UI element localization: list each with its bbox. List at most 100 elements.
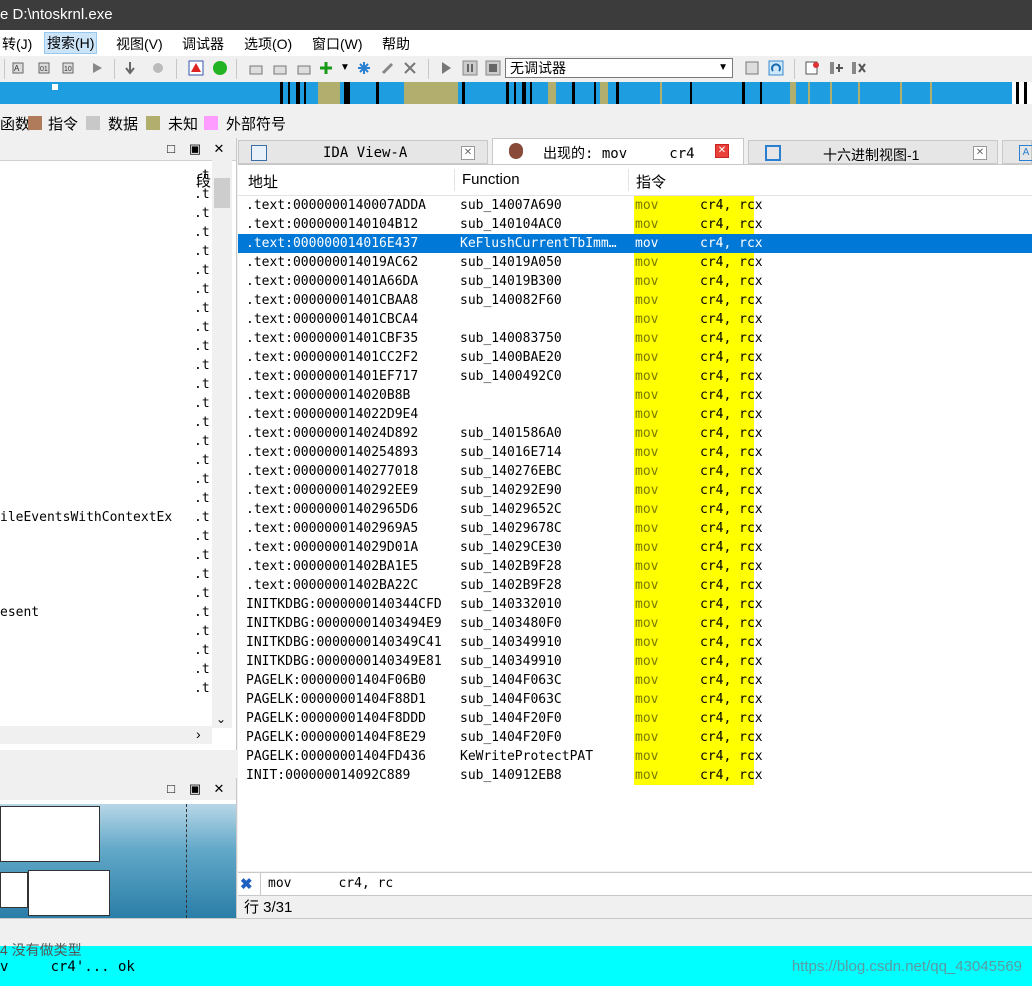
occurrence-row[interactable]: .text:0000000140254893 sub_14016E714 mov cr… bbox=[238, 443, 1032, 462]
add-function-icon[interactable] bbox=[248, 60, 264, 76]
attach-process-icon[interactable] bbox=[744, 60, 760, 76]
occurrence-row[interactable]: .text:00000001401CC2F2 sub_1400BAE20 mov cr… bbox=[238, 348, 1032, 367]
occurrence-row[interactable]: .text:0000000140104B12 sub_140104AC0 mov cr… bbox=[238, 215, 1032, 234]
row-instruction: mov cr4, rcx bbox=[634, 196, 763, 215]
column-divider[interactable] bbox=[454, 169, 455, 191]
instruction-operands: cr4, rcx bbox=[700, 312, 763, 327]
occurrence-row[interactable]: INITKDBG:00000001403494E9 sub_1403480F0 mo… bbox=[238, 614, 1032, 633]
pause-icon[interactable] bbox=[462, 60, 478, 76]
occurrence-row[interactable]: .text:00000001402BA22C sub_1402B9F28 mov cr… bbox=[238, 576, 1032, 595]
occurrence-row[interactable]: INITKDBG:0000000140349C41 sub_140349910 mo… bbox=[238, 633, 1032, 652]
occurrence-row[interactable]: .text:00000001401A66DA sub_14019B300 mov cr… bbox=[238, 272, 1032, 291]
refresh-icon[interactable] bbox=[768, 60, 784, 76]
float-icon[interactable]: ▣ bbox=[188, 141, 202, 157]
menu-help[interactable]: 帮助 bbox=[380, 34, 412, 54]
menu-options[interactable]: 选项(O) bbox=[242, 34, 294, 54]
close-icon[interactable]: ✕ bbox=[973, 146, 987, 160]
occurrence-row[interactable]: PAGELK:00000001404F8DDD sub_1404F20F0 mov c… bbox=[238, 709, 1032, 728]
occurrence-row[interactable]: .text:0000000140277018 sub_140276EBC mov cr… bbox=[238, 462, 1032, 481]
occurrence-row[interactable]: .text:00000001402969A5 sub_14029678C mov cr… bbox=[238, 519, 1032, 538]
occurrence-row[interactable]: .text:000000014029D01A sub_14029CE30 mov cr… bbox=[238, 538, 1032, 557]
close-icon[interactable] bbox=[402, 60, 418, 76]
navigation-band[interactable] bbox=[0, 82, 1032, 104]
occurrence-row[interactable]: .text:000000014024D892 sub_1401586A0 mov cr… bbox=[238, 424, 1032, 443]
close-icon[interactable]: ✕ bbox=[212, 141, 226, 157]
text-search-icon[interactable]: A bbox=[12, 60, 28, 76]
add-breakpoint-icon[interactable] bbox=[828, 60, 844, 76]
close-icon[interactable]: ✕ bbox=[461, 146, 475, 160]
graph-overview-canvas[interactable] bbox=[0, 804, 236, 918]
patch-icon[interactable] bbox=[150, 60, 166, 76]
occurrence-row[interactable]: .text:00000001402965D6 sub_14029652C mov cr… bbox=[238, 500, 1032, 519]
search-next-icon[interactable] bbox=[90, 60, 106, 76]
stop-icon[interactable] bbox=[485, 60, 501, 76]
occurrence-row[interactable]: PAGELK:00000001404F06B0 sub_1404F063C mov c… bbox=[238, 671, 1032, 690]
occurrence-row[interactable]: .text:00000001401CBAA8 sub_140082F60 mov cr… bbox=[238, 291, 1032, 310]
breakpoint-list-icon[interactable] bbox=[804, 60, 820, 76]
instruction-mnemonic: mov bbox=[635, 616, 659, 631]
occurrence-row[interactable]: PAGELK:00000001404F88D1 sub_1404F063C mov c… bbox=[238, 690, 1032, 709]
vertical-scrollbar[interactable]: ⌄ bbox=[212, 160, 232, 728]
alert-icon[interactable] bbox=[188, 60, 204, 76]
play-icon[interactable] bbox=[438, 60, 454, 76]
add-enum-icon[interactable] bbox=[296, 60, 312, 76]
tab-hex-view-1[interactable]: 十六进制视图-1 ✕ bbox=[748, 140, 998, 164]
restore-icon[interactable]: □ bbox=[164, 141, 178, 156]
menu-jump[interactable]: 转(J) bbox=[0, 34, 34, 54]
occurrence-row[interactable]: .text:0000000140007ADDA sub_14007A690 mov c… bbox=[238, 196, 1032, 215]
tab-overflow[interactable]: A bbox=[1002, 140, 1032, 164]
column-instruction[interactable]: 指令 bbox=[636, 171, 666, 192]
tab-occurrences[interactable]: 出现的: mov cr4 ✕ bbox=[492, 138, 744, 164]
occurrence-row[interactable]: PAGELK:00000001404F8E29 sub_1404F20F0 mov c… bbox=[238, 728, 1032, 747]
close-icon[interactable]: ✕ bbox=[212, 781, 226, 797]
occurrence-row[interactable]: .text:000000014020B8B mov cr4, rcx bbox=[238, 386, 1032, 405]
chevron-down-icon[interactable]: ⌄ bbox=[216, 712, 226, 726]
immediate-search-icon[interactable]: 10 bbox=[62, 60, 78, 76]
clear-search-icon[interactable]: ✖ bbox=[240, 875, 253, 893]
delete-breakpoint-icon[interactable] bbox=[850, 60, 866, 76]
occurrence-row[interactable]: INITKDBG:0000000140344CFD sub_140332010 mo… bbox=[238, 595, 1032, 614]
occurrence-row[interactable]: .text:00000001401EF717 sub_1400492C0 mov cr… bbox=[238, 367, 1032, 386]
menu-debugger[interactable]: 调试器 bbox=[180, 34, 226, 54]
occurrence-row[interactable]: PAGELK:00000001404FD436 KeWriteProtectPAT… bbox=[238, 747, 1032, 766]
restore-icon[interactable]: □ bbox=[164, 781, 178, 796]
chevron-down-icon[interactable]: ▼ bbox=[340, 62, 356, 78]
occurrence-row[interactable]: .text:0000000140292EE9 sub_140292E90 mov cr… bbox=[238, 481, 1032, 500]
asterisk-icon[interactable] bbox=[356, 60, 372, 76]
brush-icon[interactable] bbox=[380, 60, 396, 76]
occurrence-row[interactable]: .text:00000001401CBCA4 mov cr4, rcx bbox=[238, 310, 1032, 329]
function-segment: .t bbox=[194, 301, 210, 316]
status-green-icon[interactable] bbox=[212, 60, 228, 76]
function-segment: .t bbox=[194, 358, 210, 373]
add-struct-icon[interactable] bbox=[272, 60, 288, 76]
close-icon[interactable]: ✕ bbox=[715, 144, 729, 158]
menu-view[interactable]: 视图(V) bbox=[114, 34, 165, 54]
row-instruction: mov cr4, rcx bbox=[634, 557, 763, 576]
column-address[interactable]: 地址 bbox=[248, 171, 278, 192]
toolbar: A 01 10 ▼ 无调试器 ▼ bbox=[0, 56, 1032, 83]
menu-window[interactable]: 窗口(W) bbox=[310, 34, 365, 54]
occurrence-row[interactable]: .text:00000001401CBF35 sub_140083750 mov cr… bbox=[238, 329, 1032, 348]
column-divider[interactable] bbox=[628, 169, 629, 191]
occurrence-row[interactable]: .text:000000014019AC62 sub_14019A050 mov cr… bbox=[238, 253, 1032, 272]
row-address: .text:000000014024D892 bbox=[246, 426, 419, 441]
occurrence-row[interactable]: .text:000000014022D9E4 mov cr4, rcx bbox=[238, 405, 1032, 424]
column-function[interactable]: Function bbox=[462, 171, 520, 188]
add-plus-icon[interactable] bbox=[318, 60, 334, 76]
scrollbar-thumb[interactable] bbox=[214, 178, 230, 208]
occurrence-row[interactable]: INITKDBG:0000000140349E81 sub_140349910 mo… bbox=[238, 652, 1032, 671]
occurrence-row[interactable]: .text:000000014016E437 KeFlushCurrentTbIm… bbox=[238, 234, 1032, 253]
down-arrow-icon[interactable] bbox=[122, 60, 138, 76]
tab-ida-view-a[interactable]: IDA View-A ✕ bbox=[238, 140, 488, 164]
occurrence-row[interactable]: INIT:000000014092C889 sub_140912EB8 mov cr4… bbox=[238, 766, 1032, 785]
horizontal-scrollbar[interactable]: › bbox=[0, 726, 212, 744]
chevron-right-icon[interactable]: › bbox=[196, 726, 201, 742]
nav-marker-icon bbox=[52, 84, 58, 90]
occurrence-row[interactable]: .text:00000001402BA1E5 sub_1402B9F28 mov cr… bbox=[238, 557, 1032, 576]
binary-search-icon[interactable]: 01 bbox=[38, 60, 54, 76]
menu-search[interactable]: 搜索(H) bbox=[44, 32, 98, 54]
function-row[interactable]: ileEventsWithContextEx .t bbox=[0, 508, 210, 527]
float-icon[interactable]: ▣ bbox=[188, 781, 202, 797]
debugger-select[interactable]: 无调试器 ▼ bbox=[505, 58, 733, 78]
function-row[interactable]: esent .t bbox=[0, 603, 210, 622]
